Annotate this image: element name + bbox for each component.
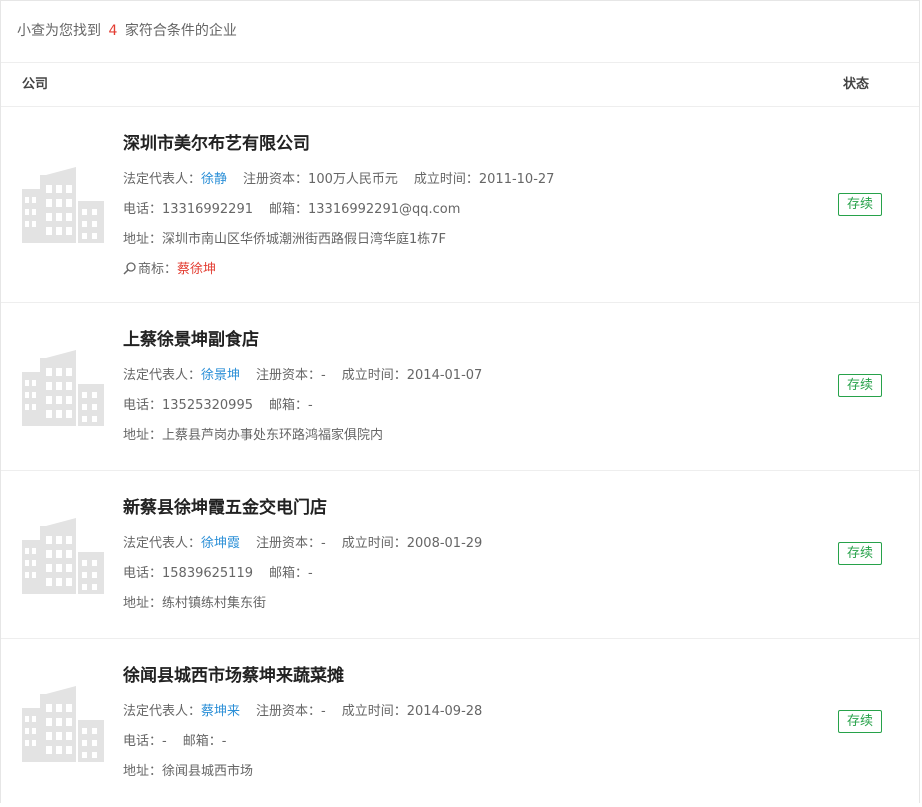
trademark-value: 蔡徐坤: [177, 262, 217, 277]
company-contact: 电话：15839625119 邮箱：-: [123, 559, 482, 589]
email-value: -: [308, 566, 313, 581]
address-value: 上蔡县芦岗办事处东环路鸿福家俱院内: [162, 428, 384, 443]
legal-rep-link[interactable]: 徐景坤: [201, 368, 240, 383]
result-summary: 小查为您找到 4 家符合条件的企业: [1, 1, 919, 63]
status-badge: 存续: [838, 710, 882, 733]
trademark-label: 商标：: [138, 262, 178, 277]
founded-label: 成立时间：: [341, 536, 407, 551]
founded-label: 成立时间：: [413, 172, 479, 187]
founded-value: 2008-01-29: [406, 536, 483, 551]
address-label: 地址：: [123, 764, 163, 779]
company-address: 地址：上蔡县芦岗办事处东环路鸿福家俱院内: [123, 421, 482, 451]
capital-value: -: [321, 704, 326, 719]
table-row: 徐闻县城西市场蔡坤来蔬菜摊 法定代表人：蔡坤来 注册资本：- 成立时间：2014-0…: [1, 639, 919, 807]
founded-value: 2014-01-07: [406, 368, 483, 383]
capital-label: 注册资本：: [256, 536, 322, 551]
address-label: 地址：: [123, 596, 163, 611]
phone-label: 电话：: [123, 398, 163, 413]
building-icon: [22, 167, 104, 243]
table-row: 新蔡县徐坤霞五金交电门店 法定代表人：徐坤霞 注册资本：- 成立时间：2008-01…: [1, 471, 919, 639]
building-icon: [22, 350, 104, 426]
address-label: 地址：: [123, 232, 163, 247]
company-trademark: 商标：蔡徐坤: [123, 255, 554, 285]
capital-value: 100万人民币元: [308, 172, 398, 187]
summary-suffix: 家符合条件的企业: [124, 23, 237, 39]
email-value: -: [221, 734, 227, 749]
table-row: 上蔡徐景坤副食店 法定代表人：徐景坤 注册资本：- 成立时间：2014-01-07 …: [1, 303, 919, 471]
company-info: 上蔡徐景坤副食店 法定代表人：徐景坤 注册资本：- 成立时间：2014-01-07 …: [123, 303, 482, 451]
legal-rep-label: 法定代表人：: [123, 368, 202, 383]
company-name-link[interactable]: 徐闻县城西市场蔡坤来蔬菜摊: [123, 664, 482, 688]
company-address: 地址：练村镇练村集东街: [123, 589, 482, 619]
legal-rep-label: 法定代表人：: [123, 536, 202, 551]
capital-value: -: [321, 536, 326, 551]
founded-label: 成立时间：: [341, 704, 407, 719]
company-name-link[interactable]: 上蔡徐景坤副食店: [123, 328, 482, 352]
founded-value: 2011-10-27: [478, 172, 555, 187]
status-badge: 存续: [838, 193, 882, 216]
company-address: 地址：深圳市南山区华侨城潮洲街西路假日湾华庭1栋7F: [123, 225, 554, 255]
company-name-link[interactable]: 深圳市美尔布艺有限公司: [123, 132, 554, 156]
building-icon: [22, 686, 104, 762]
email-value: -: [308, 398, 313, 413]
legal-rep-link[interactable]: 徐静: [201, 172, 227, 187]
company-contact: 电话：- 邮箱：-: [123, 727, 482, 757]
legal-rep-label: 法定代表人：: [123, 172, 202, 187]
address-label: 地址：: [123, 428, 163, 443]
company-info: 深圳市美尔布艺有限公司 法定代表人：徐静 注册资本：100万人民币元 成立时间：20…: [123, 107, 554, 285]
email-value: 13316992291@qq.com: [308, 202, 461, 217]
company-contact: 电话：13316992291 邮箱：13316992291@qq.com: [123, 195, 554, 225]
column-header-company: 公司: [22, 77, 49, 92]
company-contact: 电话：13525320995 邮箱：-: [123, 391, 482, 421]
email-label: 邮箱：: [269, 566, 309, 581]
phone-value: 15839625119: [162, 566, 253, 581]
table-row: 深圳市美尔布艺有限公司 法定代表人：徐静 注册资本：100万人民币元 成立时间：20…: [1, 107, 919, 303]
capital-label: 注册资本：: [256, 368, 322, 383]
phone-value: 13525320995: [162, 398, 253, 413]
status-badge: 存续: [838, 542, 882, 565]
status-badge: 存续: [838, 374, 882, 397]
company-meta: 法定代表人：徐静 注册资本：100万人民币元 成立时间：2011-10-27: [123, 165, 554, 195]
phone-value: 13316992291: [162, 202, 253, 217]
email-label: 邮箱：: [269, 202, 309, 217]
founded-label: 成立时间：: [341, 368, 407, 383]
column-header-status: 状态: [842, 77, 869, 92]
capital-value: -: [321, 368, 326, 383]
address-value: 练村镇练村集东街: [162, 596, 267, 611]
capital-label: 注册资本：: [243, 172, 309, 187]
company-meta: 法定代表人：徐坤霞 注册资本：- 成立时间：2008-01-29: [123, 529, 482, 559]
search-results-panel: 小查为您找到 4 家符合条件的企业 公司 状态 深圳市美尔布艺有限公司 法定代表…: [0, 0, 920, 803]
company-address: 地址：徐闻县城西市场: [123, 757, 482, 787]
phone-label: 电话：: [123, 566, 163, 581]
founded-value: 2014-09-28: [406, 704, 483, 719]
legal-rep-label: 法定代表人：: [123, 704, 202, 719]
capital-label: 注册资本：: [256, 704, 322, 719]
email-label: 邮箱：: [269, 398, 309, 413]
company-name-link[interactable]: 新蔡县徐坤霞五金交电门店: [123, 496, 482, 520]
phone-label: 电话：: [123, 202, 163, 217]
legal-rep-link[interactable]: 徐坤霞: [201, 536, 240, 551]
result-count: 4: [108, 23, 118, 39]
legal-rep-link[interactable]: 蔡坤来: [201, 704, 240, 719]
address-value: 徐闻县城西市场: [162, 764, 254, 779]
address-value: 深圳市南山区华侨城潮洲街西路假日湾华庭1栋7F: [162, 232, 447, 247]
magnifier-icon: [123, 262, 136, 275]
company-meta: 法定代表人：蔡坤来 注册资本：- 成立时间：2014-09-28: [123, 697, 482, 727]
email-label: 邮箱：: [182, 734, 222, 749]
summary-prefix: 小查为您找到: [17, 23, 101, 39]
company-meta: 法定代表人：徐景坤 注册资本：- 成立时间：2014-01-07: [123, 361, 482, 391]
phone-label: 电话：: [123, 734, 163, 749]
company-info: 徐闻县城西市场蔡坤来蔬菜摊 法定代表人：蔡坤来 注册资本：- 成立时间：2014-0…: [123, 639, 482, 787]
building-icon: [22, 518, 104, 594]
phone-value: -: [162, 734, 167, 749]
table-header: 公司 状态: [1, 63, 919, 107]
company-info: 新蔡县徐坤霞五金交电门店 法定代表人：徐坤霞 注册资本：- 成立时间：2008-01…: [123, 471, 482, 619]
